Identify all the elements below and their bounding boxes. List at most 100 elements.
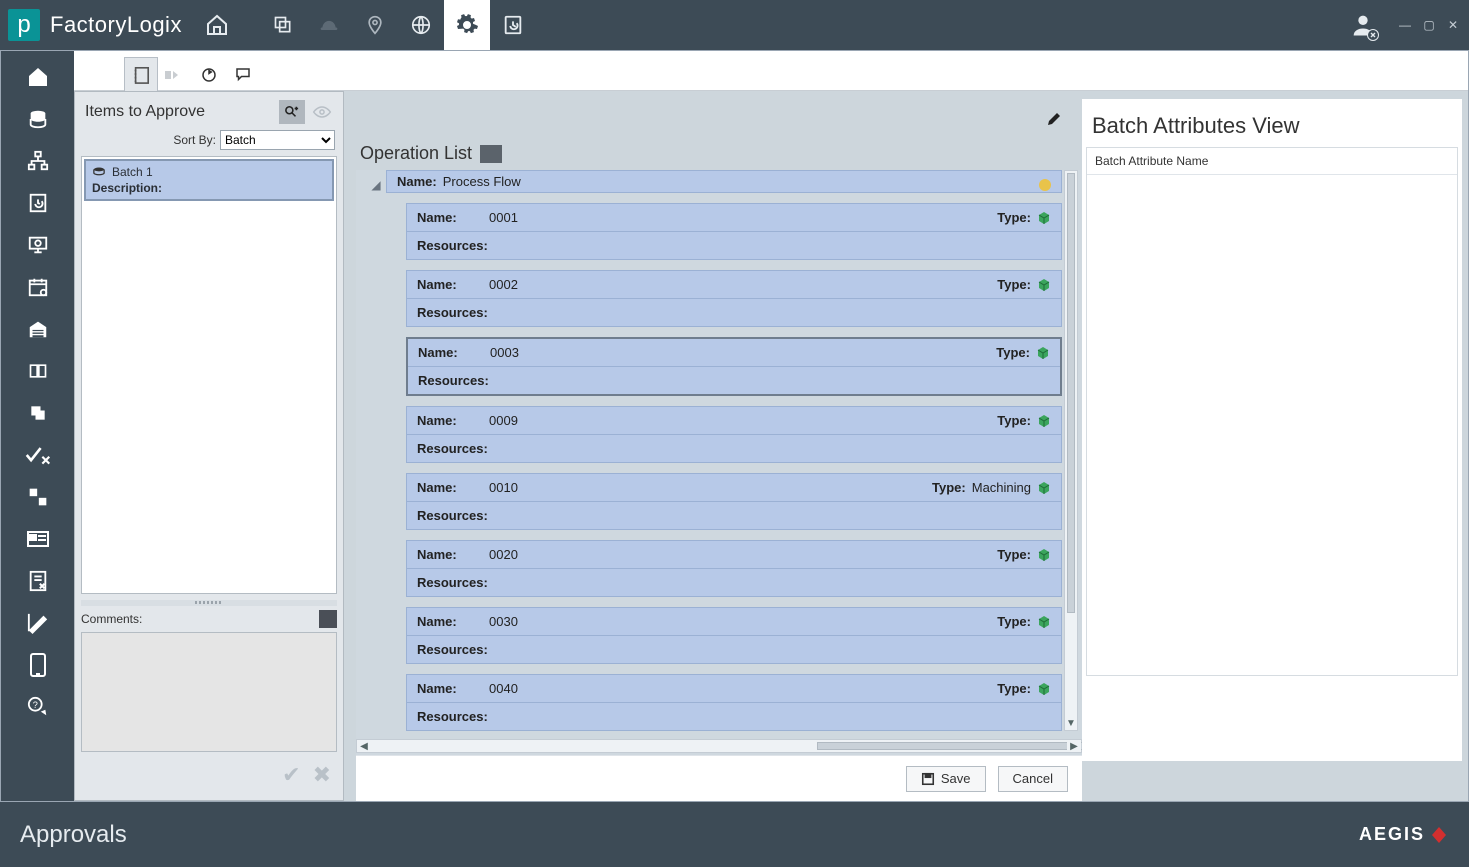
resources-label: Resources:	[418, 373, 489, 388]
rail-calendar-icon[interactable]	[20, 273, 56, 301]
batch-attributes-panel: Batch Attributes View Batch Attribute Na…	[1082, 99, 1462, 761]
vendor-logo: AEGIS	[1359, 824, 1449, 845]
horizontal-scrollbar[interactable]: ◀ ▶	[356, 739, 1082, 753]
rail-history-icon[interactable]	[20, 189, 56, 217]
accept-icon[interactable]: ✔	[282, 762, 300, 788]
batch-name: Batch 1	[112, 165, 153, 179]
calculator-icon[interactable]	[319, 610, 337, 628]
flow-name-value: Process Flow	[443, 174, 521, 189]
vertical-scrollbar[interactable]: ▲ ▼	[1064, 170, 1078, 731]
windows-icon[interactable]	[260, 0, 306, 50]
name-label: Name:	[417, 413, 489, 428]
eye-icon[interactable]	[309, 100, 335, 124]
name-value: 0010	[489, 480, 518, 495]
rail-phone-icon[interactable]	[20, 651, 56, 679]
cube-icon	[1037, 481, 1051, 495]
operation-card[interactable]: Name:0030Type:Resources:	[406, 607, 1062, 664]
resources-label: Resources:	[417, 575, 488, 590]
operation-card[interactable]: Name:0010Type:MachiningResources:	[406, 473, 1062, 530]
rail-data-icon[interactable]	[20, 105, 56, 133]
resources-label: Resources:	[417, 305, 488, 320]
maximize-icon[interactable]: ▢	[1419, 15, 1439, 35]
comments-textarea[interactable]	[81, 632, 337, 752]
sort-by-select[interactable]: Batch	[220, 130, 335, 150]
type-label: Type:	[997, 210, 1037, 225]
rail-copy-icon[interactable]	[20, 399, 56, 427]
operation-card[interactable]: Name:0002Type:Resources:	[406, 270, 1062, 327]
name-label: Name:	[417, 210, 489, 225]
rail-card-icon[interactable]	[20, 525, 56, 553]
cube-icon	[1037, 682, 1051, 696]
grid-view-icon[interactable]	[480, 145, 502, 163]
svg-text:?: ?	[32, 700, 37, 710]
gear-icon[interactable]	[444, 0, 490, 50]
main: ? Items to Approve	[0, 50, 1469, 802]
resources-label: Resources:	[417, 508, 488, 523]
items-list: Batch 1 Description:	[81, 156, 337, 594]
rail-warehouse-icon[interactable]	[20, 315, 56, 343]
resources-label: Resources:	[417, 441, 488, 456]
app-logo: p	[8, 9, 40, 41]
tab-notes-icon[interactable]	[124, 57, 158, 91]
operation-list-title: Operation List	[360, 143, 472, 164]
cube-icon	[1037, 548, 1051, 562]
rail-structure-icon[interactable]	[20, 147, 56, 175]
brand-name: FactoryLogix	[50, 12, 182, 38]
workspace: Items to Approve Sort By: Batch	[74, 91, 1468, 801]
filter-search-icon[interactable]	[279, 100, 305, 124]
process-flow-header[interactable]: Name: Process Flow	[386, 170, 1062, 193]
globe-icon[interactable]	[398, 0, 444, 50]
type-label: Type:	[997, 614, 1037, 629]
rail-book-icon[interactable]	[20, 357, 56, 385]
resources-label: Resources:	[417, 709, 488, 724]
minimize-icon[interactable]: —	[1395, 15, 1415, 35]
collapse-toggle[interactable]: ◢	[366, 170, 386, 731]
name-value: 0009	[489, 413, 518, 428]
rail-ruler-icon[interactable]	[20, 609, 56, 637]
flow-name-label: Name:	[397, 174, 437, 189]
reject-icon[interactable]: ✖	[313, 762, 331, 788]
batch-card[interactable]: Batch 1 Description:	[84, 159, 334, 201]
edit-icon[interactable]	[1046, 111, 1064, 129]
rail-check-x-icon[interactable]	[20, 441, 56, 469]
history-icon[interactable]	[490, 0, 536, 50]
operation-card[interactable]: Name:0040Type:Resources:	[406, 674, 1062, 731]
name-label: Name:	[417, 547, 489, 562]
save-button[interactable]: Save	[906, 766, 986, 792]
type-label: Type:	[932, 480, 972, 495]
operation-card[interactable]: Name:0003Type:Resources:	[406, 337, 1062, 396]
helmet-icon[interactable]	[306, 0, 352, 50]
rail-doc-x-icon[interactable]	[20, 567, 56, 595]
rail-home-icon[interactable]	[20, 63, 56, 91]
cube-icon	[1036, 346, 1050, 360]
tab-flag-icon[interactable]	[158, 57, 192, 91]
tab-refresh-icon[interactable]	[192, 57, 226, 91]
titlebar: p FactoryLogix — ▢ ✕	[0, 0, 1469, 50]
operation-card[interactable]: Name:0009Type:Resources:	[406, 406, 1062, 463]
location-icon[interactable]	[352, 0, 398, 50]
rail-help-icon[interactable]: ?	[20, 693, 56, 721]
tab-comment-icon[interactable]	[226, 57, 260, 91]
batch-attributes-title: Batch Attributes View	[1092, 113, 1452, 139]
cube-icon	[1037, 615, 1051, 629]
splitter[interactable]	[81, 600, 337, 606]
name-label: Name:	[417, 480, 489, 495]
user-icon[interactable]	[1347, 9, 1379, 41]
cube-icon	[1037, 211, 1051, 225]
rail-shapes-icon[interactable]	[20, 483, 56, 511]
attributes-column-header[interactable]: Batch Attribute Name	[1087, 148, 1457, 175]
batch-icon	[92, 166, 106, 178]
cancel-button[interactable]: Cancel	[998, 766, 1068, 792]
name-label: Name:	[417, 681, 489, 696]
home-icon[interactable]	[194, 0, 240, 50]
type-label: Type:	[997, 547, 1037, 562]
rail-monitor-icon[interactable]	[20, 231, 56, 259]
operation-card[interactable]: Name:0001 Type: Resources:	[406, 203, 1062, 260]
resources-label: Resources:	[417, 642, 488, 657]
operation-card[interactable]: Name:0020Type:Resources:	[406, 540, 1062, 597]
resources-label: Resources:	[417, 238, 488, 253]
close-icon[interactable]: ✕	[1443, 15, 1463, 35]
name-value: 0002	[489, 277, 518, 292]
operation-scroll: ◢ Name: Process Flow Name:0001Type:Resou…	[356, 170, 1082, 755]
name-value: 0001	[489, 210, 518, 225]
